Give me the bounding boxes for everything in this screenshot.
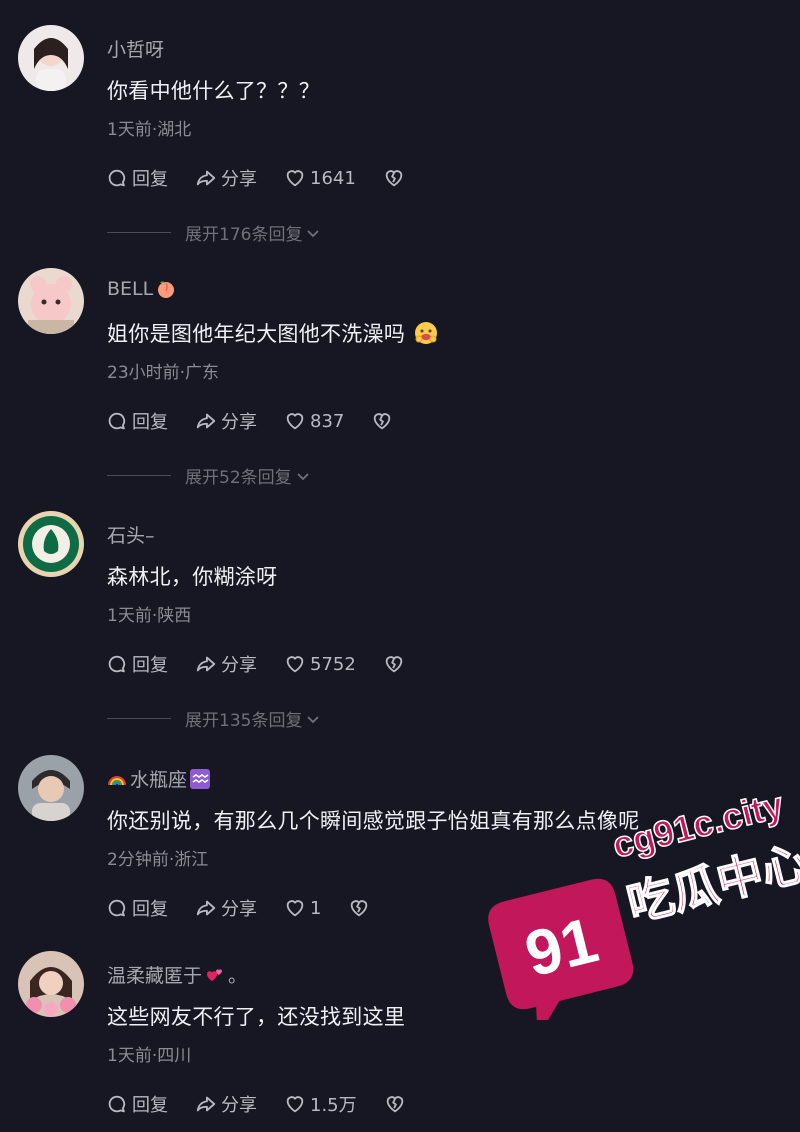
expand-replies[interactable]: 展开135条回复 <box>107 706 320 731</box>
share-button[interactable]: 分享 <box>195 895 257 921</box>
comment-icon <box>108 899 126 917</box>
reply-button[interactable]: 回复 <box>106 165 168 191</box>
comment-actions: 回复 分享 5752 <box>106 651 432 677</box>
chevron-down-icon <box>297 472 309 480</box>
comment-text: 森林北，你糊涂呀 <box>107 565 278 589</box>
expand-replies[interactable]: 展开52条回复 <box>107 463 310 488</box>
username[interactable]: 温柔藏匿于 。 <box>107 961 247 988</box>
broken-heart-icon <box>351 900 368 917</box>
reply-button[interactable]: 回复 <box>106 895 168 921</box>
like-button[interactable]: 1.5万 <box>284 1091 357 1117</box>
heart-icon <box>286 900 304 917</box>
comment-meta: 1天前·四川 <box>107 1046 192 1066</box>
share-button[interactable]: 分享 <box>195 408 257 434</box>
comment-icon <box>108 655 126 673</box>
divider <box>107 232 171 233</box>
reply-button[interactable]: 回复 <box>106 408 168 434</box>
like-button[interactable]: 1 <box>284 897 321 919</box>
avatar[interactable] <box>18 511 84 577</box>
username[interactable]: BELL <box>107 278 176 300</box>
share-icon <box>196 413 216 429</box>
chevron-down-icon <box>307 229 320 237</box>
expand-replies[interactable]: 展开176条回复 <box>107 220 320 245</box>
dislike-button[interactable] <box>384 1093 406 1115</box>
reply-button[interactable]: 回复 <box>106 1091 168 1117</box>
comment-icon <box>108 1095 126 1113</box>
comment-meta: 2分钟前·浙江 <box>107 850 209 870</box>
broken-heart-icon <box>385 170 403 187</box>
heart-icon <box>286 1096 304 1113</box>
share-button[interactable]: 分享 <box>195 651 257 677</box>
chevron-down-icon <box>307 715 320 723</box>
like-button[interactable]: 837 <box>284 410 344 432</box>
comment-text: 你还别说，有那么几个瞬间感觉跟子怡姐真有那么点像呢 <box>107 809 640 833</box>
heart-icon <box>286 413 304 430</box>
comment-text: 这些网友不行了，还没找到这里 <box>107 1005 406 1029</box>
dislike-button[interactable] <box>383 653 405 675</box>
comment-meta: 1天前·湖北 <box>107 120 192 140</box>
comment-icon <box>108 169 126 187</box>
watermark-name: 吃瓜中心 <box>622 835 800 932</box>
like-count: 5752 <box>310 653 356 675</box>
hugging-face-emoji-icon <box>415 322 438 344</box>
comment-meta: 23小时前·广东 <box>107 363 220 383</box>
divider <box>107 475 171 476</box>
share-button[interactable]: 分享 <box>195 1091 257 1117</box>
comment-meta: 1天前·陕西 <box>107 606 192 626</box>
dislike-button[interactable] <box>348 897 370 919</box>
like-count: 1 <box>310 897 322 919</box>
comment-icon <box>108 412 126 430</box>
share-button[interactable]: 分享 <box>195 165 257 191</box>
broken-heart-icon <box>386 1096 403 1113</box>
share-icon <box>196 656 216 672</box>
peach-emoji-icon <box>158 281 175 298</box>
avatar[interactable] <box>18 268 84 334</box>
username[interactable]: 水瓶座 <box>107 765 211 792</box>
rainbow-emoji-icon <box>108 775 126 785</box>
share-icon <box>196 170 216 186</box>
heart-icon <box>286 656 304 673</box>
dislike-button[interactable] <box>371 410 393 432</box>
comment-actions: 回复 分享 1641 <box>106 165 432 191</box>
watermark-badge <box>488 878 634 1020</box>
comment-text: 你看中他什么了？？？ <box>107 79 320 103</box>
heart-icon <box>286 170 304 187</box>
comment-actions: 回复 分享 1.5万 <box>106 1091 433 1117</box>
avatar[interactable] <box>18 25 84 91</box>
divider <box>107 718 171 719</box>
like-count: 837 <box>310 410 345 432</box>
watermark-number: 91 <box>518 903 604 990</box>
share-icon <box>196 900 216 916</box>
username[interactable]: 小哲呀 <box>107 35 164 62</box>
comment-text: 姐你是图他年纪大图他不洗澡吗 <box>107 318 439 348</box>
comment-actions: 回复 分享 837 <box>106 408 420 434</box>
like-button[interactable]: 5752 <box>284 653 356 675</box>
broken-heart-icon <box>385 656 403 673</box>
like-count: 1.5万 <box>310 1095 357 1116</box>
avatar[interactable] <box>18 951 84 1017</box>
like-count: 1641 <box>310 167 356 189</box>
username[interactable]: 石头– <box>107 521 155 548</box>
share-icon <box>196 1096 216 1112</box>
like-button[interactable]: 1641 <box>284 167 356 189</box>
broken-heart-icon <box>374 413 391 430</box>
comment-actions: 回复 分享 1 <box>106 895 397 921</box>
two-hearts-emoji-icon <box>207 968 223 981</box>
dislike-button[interactable] <box>383 167 405 189</box>
avatar[interactable] <box>18 755 84 821</box>
aquarius-emoji-icon <box>190 768 211 789</box>
reply-button[interactable]: 回复 <box>106 651 168 677</box>
